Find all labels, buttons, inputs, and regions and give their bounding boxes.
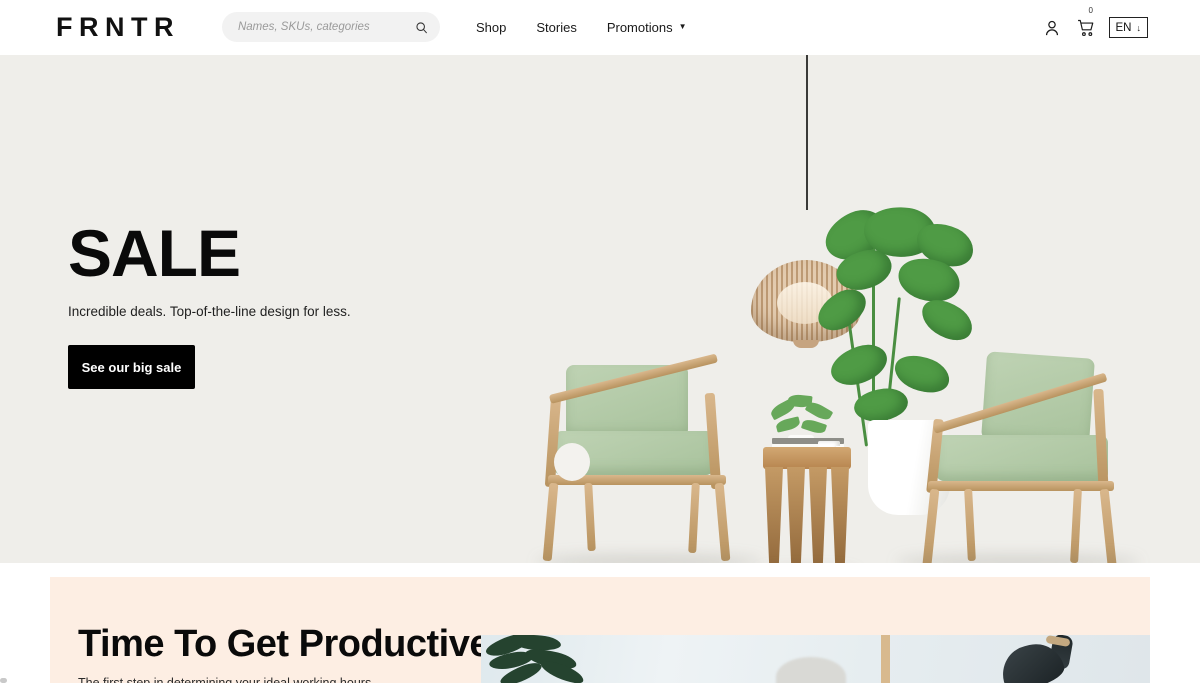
armchair-right-shadow: [896, 555, 1140, 563]
nav-item-promotions[interactable]: Promotions ▼: [607, 20, 687, 35]
cart-button[interactable]: 0: [1075, 6, 1097, 39]
armchair-left-shadow: [536, 555, 762, 563]
cart-icon: [1077, 19, 1093, 36]
pendant-lamp-cord: [806, 55, 808, 210]
search-bar[interactable]: [221, 12, 440, 42]
language-selector[interactable]: EN ↓: [1108, 17, 1148, 38]
search-icon[interactable]: [415, 21, 428, 34]
chevron-down-icon: ▼: [678, 22, 687, 31]
productive-section-wrapper: Time To Get Productive The first step in…: [0, 563, 1200, 683]
hero-subtitle: Incredible deals. Top-of-the-line design…: [68, 304, 351, 319]
main-navigation: Shop Stories Promotions ▼: [476, 20, 687, 35]
nav-item-shop[interactable]: Shop: [476, 20, 506, 35]
language-label: EN: [1115, 21, 1132, 34]
site-header: FRNTR Shop Stories Promotions ▼: [0, 0, 1200, 55]
search-input[interactable]: [237, 21, 415, 33]
hero-copy: SALE Incredible deals. Top-of-the-line d…: [68, 220, 498, 389]
productive-section: Time To Get Productive The first step in…: [50, 577, 1150, 683]
armchair-left-icon: [540, 353, 755, 563]
side-table-icon: [763, 447, 851, 563]
hero-title: SALE: [68, 216, 241, 290]
hero-section: SALE Incredible deals. Top-of-the-line d…: [0, 55, 1200, 563]
productive-plant-icon: [483, 635, 600, 683]
account-button[interactable]: [1041, 17, 1063, 39]
nav-item-stories-label: Stories: [536, 19, 577, 35]
page-scrollbar-thumb[interactable]: [0, 678, 7, 683]
nav-item-shop-label: Shop: [475, 19, 507, 35]
user-icon: [1045, 20, 1058, 35]
hero-cta-button[interactable]: See our big sale: [68, 345, 195, 389]
cart-count-badge: 0: [1088, 5, 1093, 15]
header-actions: 0 EN ↓: [1041, 0, 1148, 55]
productive-copy: Time To Get Productive The first step in…: [50, 577, 491, 683]
page-scrollbar[interactable]: [0, 678, 1200, 683]
armchair-right-icon: [900, 351, 1135, 563]
nav-item-stories[interactable]: Stories: [536, 20, 576, 35]
productive-image: [481, 635, 1150, 683]
arrow-down-icon: ↓: [1136, 22, 1142, 33]
productive-title: Time To Get Productive: [78, 623, 491, 665]
productive-window-frame: [881, 635, 890, 683]
site-logo[interactable]: FRNTR: [56, 13, 180, 41]
nav-item-promotions-label: Promotions: [606, 19, 673, 35]
